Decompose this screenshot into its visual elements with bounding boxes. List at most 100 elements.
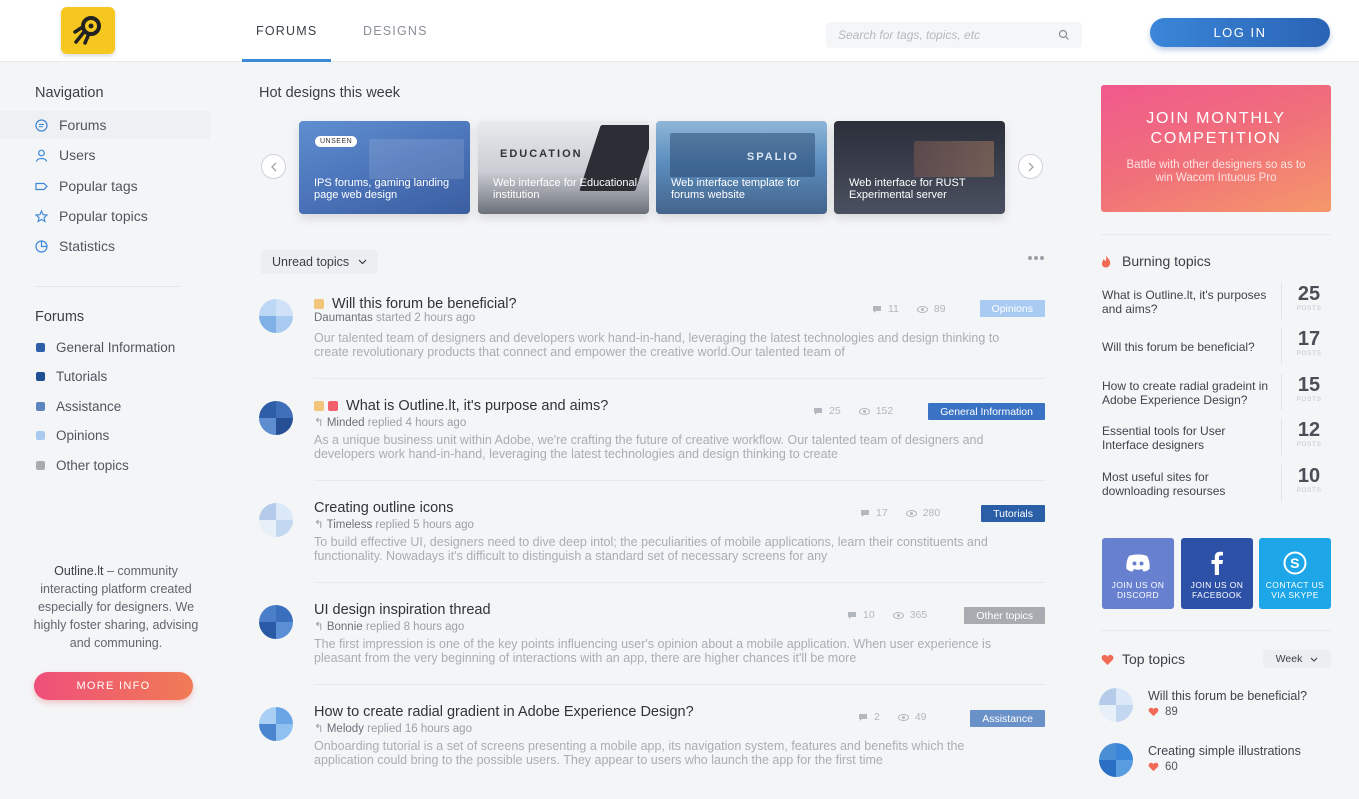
category-badge[interactable]: Opinions bbox=[979, 300, 1045, 317]
category-badge[interactable]: Tutorials bbox=[981, 505, 1045, 522]
sidebar-item-users[interactable]: Users bbox=[0, 141, 210, 169]
sidebar-item-label: Popular topics bbox=[59, 208, 148, 224]
avatar[interactable] bbox=[259, 707, 293, 741]
category-color-icon bbox=[36, 343, 45, 352]
posts-label: POSTS bbox=[1296, 305, 1322, 312]
card-caption: IPS forums, gaming landing page web desi… bbox=[314, 177, 450, 201]
topic-row[interactable]: How to create radial gradient in Adobe E… bbox=[259, 704, 1045, 799]
topic-excerpt: The first impression is one of the key p… bbox=[314, 637, 992, 665]
topic-row[interactable]: Creating outline icons ↰ Timeless replie… bbox=[259, 500, 1045, 602]
view-count: 365 bbox=[909, 609, 928, 621]
category-badge[interactable]: Assistance bbox=[970, 710, 1045, 727]
forum-item-general-information[interactable]: General Information bbox=[36, 340, 175, 355]
more-options-icon[interactable] bbox=[1028, 256, 1044, 260]
discord-button[interactable]: JOIN US ON DISCORD bbox=[1102, 538, 1174, 609]
top-topic-item[interactable]: Creating simple illustrations 60 bbox=[1099, 743, 1331, 781]
forum-item-label: Tutorials bbox=[56, 369, 108, 384]
burning-topic-item[interactable]: Most useful sites for downloading resour… bbox=[1102, 463, 1331, 505]
burning-topic-title: Will this forum be beneficial? bbox=[1102, 340, 1255, 354]
topic-author[interactable]: Bonnie bbox=[327, 621, 363, 633]
sidebar-item-forums[interactable]: Forums bbox=[0, 111, 210, 139]
topic-title[interactable]: How to create radial gradient in Adobe E… bbox=[314, 704, 694, 720]
user-icon bbox=[35, 149, 48, 162]
topic-row[interactable]: UI design inspiration thread ↰ Bonnie re… bbox=[259, 602, 1045, 704]
topic-stats: 25 152 bbox=[813, 405, 893, 417]
topic-stats: 2 49 bbox=[858, 711, 927, 723]
category-color-icon bbox=[36, 402, 45, 411]
topic-author[interactable]: Daumantas bbox=[314, 312, 373, 324]
carousel-prev-button[interactable] bbox=[261, 154, 286, 179]
top-topic-item[interactable]: Will this forum be beneficial? 89 bbox=[1099, 688, 1331, 726]
divider bbox=[314, 684, 1045, 685]
topic-title[interactable]: What is Outline.lt, it's purpose and aim… bbox=[314, 398, 608, 414]
category-badge[interactable]: General Information bbox=[928, 403, 1045, 420]
topic-action: started 2 hours ago bbox=[376, 312, 476, 324]
topic-title[interactable]: UI design inspiration thread bbox=[314, 602, 491, 618]
period-dropdown[interactable]: Week bbox=[1263, 650, 1331, 668]
fire-icon bbox=[1101, 255, 1111, 268]
sidebar-item-popular-tags[interactable]: Popular tags bbox=[0, 172, 210, 200]
burning-topic-item[interactable]: How to create radial gradeint in Adobe E… bbox=[1102, 372, 1331, 414]
post-count: 10 bbox=[1297, 465, 1321, 487]
topic-title[interactable]: Creating outline icons bbox=[314, 500, 453, 516]
forum-item-assistance[interactable]: Assistance bbox=[36, 399, 121, 414]
topic-meta: ↰ Melody replied 16 hours ago bbox=[314, 723, 472, 735]
topic-excerpt: Onboarding tutorial is a set of screens … bbox=[314, 739, 965, 767]
category-badge[interactable]: Other topics bbox=[964, 607, 1045, 624]
tab-forums[interactable]: FORUMS bbox=[241, 0, 332, 62]
sidebar-item-popular-topics[interactable]: Popular topics bbox=[0, 202, 210, 230]
posts-label: POSTS bbox=[1296, 487, 1322, 494]
burning-topic-item[interactable]: Essential tools for User Interface desig… bbox=[1102, 417, 1331, 459]
topic-author[interactable]: Minded bbox=[327, 417, 365, 429]
forum-item-opinions[interactable]: Opinions bbox=[36, 428, 109, 443]
eye-icon bbox=[892, 611, 904, 619]
burning-topic-title: Most useful sites for downloading resour… bbox=[1102, 470, 1226, 498]
topic-filter-dropdown[interactable]: Unread topics bbox=[261, 250, 379, 274]
topic-action: replied 16 hours ago bbox=[367, 723, 472, 735]
carousel-next-button[interactable] bbox=[1018, 154, 1043, 179]
category-color-icon bbox=[36, 431, 45, 440]
more-info-button[interactable]: MORE INFO bbox=[34, 672, 193, 700]
topic-author[interactable]: Melody bbox=[327, 723, 364, 735]
topic-title[interactable]: Will this forum be beneficial? bbox=[314, 296, 517, 312]
login-button[interactable]: LOG IN bbox=[1150, 18, 1330, 47]
topic-row[interactable]: Will this forum be beneficial? Daumantas… bbox=[259, 296, 1045, 398]
search-box bbox=[826, 22, 1082, 48]
sidebar-item-label: Statistics bbox=[59, 238, 116, 254]
avatar[interactable] bbox=[259, 503, 293, 537]
facebook-icon bbox=[1211, 551, 1223, 575]
competition-banner[interactable]: JOIN MONTHLY COMPETITION Battle with oth… bbox=[1101, 85, 1331, 212]
avatar[interactable] bbox=[259, 401, 293, 435]
search-input[interactable] bbox=[838, 28, 1048, 42]
design-card[interactable]: SPALIO Web interface template for forums… bbox=[656, 121, 827, 214]
eye-icon bbox=[916, 305, 928, 313]
design-card[interactable]: UNSEEN IPS forums, gaming landing page w… bbox=[299, 121, 470, 214]
forum-item-tutorials[interactable]: Tutorials bbox=[36, 369, 107, 384]
forum-item-other-topics[interactable]: Other topics bbox=[36, 458, 129, 473]
divider bbox=[314, 480, 1045, 481]
topic-author[interactable]: Timeless bbox=[327, 519, 373, 531]
reply-count: 11 bbox=[888, 303, 899, 315]
search-icon[interactable] bbox=[1058, 29, 1070, 41]
avatar[interactable] bbox=[259, 605, 293, 639]
facebook-button[interactable]: JOIN US ON FACEBOOK bbox=[1181, 538, 1253, 609]
social-label: JOIN US ON FACEBOOK bbox=[1190, 580, 1244, 600]
card-heading: SPALIO bbox=[746, 151, 799, 163]
sidebar-item-label: Users bbox=[59, 147, 96, 163]
design-card[interactable]: EDUCATION Web interface for Educational … bbox=[478, 121, 649, 214]
sidebar-item-statistics[interactable]: Statistics bbox=[0, 232, 210, 260]
promo-text: Battle with other designers so as to win… bbox=[1126, 159, 1306, 184]
logo[interactable] bbox=[61, 7, 115, 54]
burning-topic-item[interactable]: What is Outline.lt, it's purposes and ai… bbox=[1102, 281, 1331, 323]
topic-meta: ↰ Bonnie replied 8 hours ago bbox=[314, 621, 465, 633]
avatar[interactable] bbox=[259, 299, 293, 333]
topic-row[interactable]: What is Outline.lt, it's purpose and aim… bbox=[259, 398, 1045, 500]
posts-label: POSTS bbox=[1296, 350, 1322, 357]
svg-text:S: S bbox=[1290, 555, 1300, 571]
topic-title-text: What is Outline.lt, it's purpose and aim… bbox=[346, 398, 609, 414]
skype-button[interactable]: S CONTACT US VIA SKYPE bbox=[1259, 538, 1331, 609]
card-caption: Web interface template for forums websit… bbox=[671, 177, 800, 201]
tab-designs[interactable]: DESIGNS bbox=[363, 0, 428, 62]
burning-topic-item[interactable]: Will this forum be beneficial? 17 POSTS bbox=[1102, 326, 1331, 368]
design-card[interactable]: Web interface for RUST Experimental serv… bbox=[834, 121, 1005, 214]
